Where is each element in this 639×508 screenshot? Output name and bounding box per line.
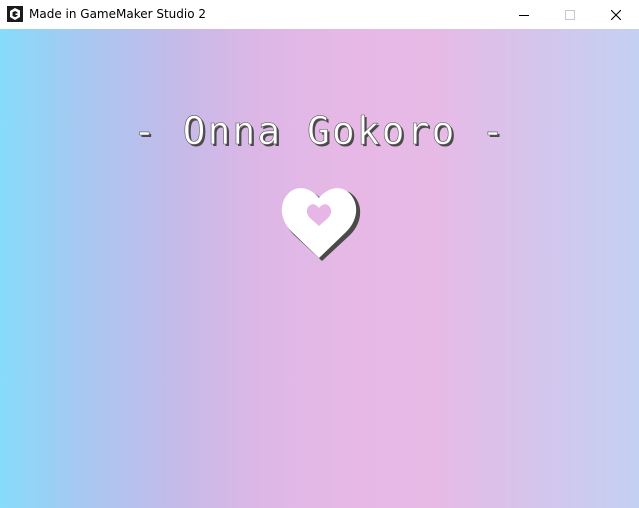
heart-icon [279, 183, 361, 263]
maximize-button[interactable] [547, 0, 593, 29]
window-title: Made in GameMaker Studio 2 [29, 7, 207, 21]
game-title: - Onna Gokoro - [132, 109, 507, 154]
minimize-button[interactable] [501, 0, 547, 29]
gamemaker-icon [7, 6, 23, 22]
minimize-icon [519, 10, 529, 20]
maximize-icon [565, 9, 575, 20]
title-bar[interactable]: Made in GameMaker Studio 2 [0, 0, 639, 29]
game-canvas[interactable]: - Onna Gokoro - [0, 29, 639, 508]
close-icon [611, 9, 621, 20]
close-button[interactable] [593, 0, 639, 29]
game-window: Made in GameMaker Studio 2 - Onna Gokoro… [0, 0, 639, 508]
